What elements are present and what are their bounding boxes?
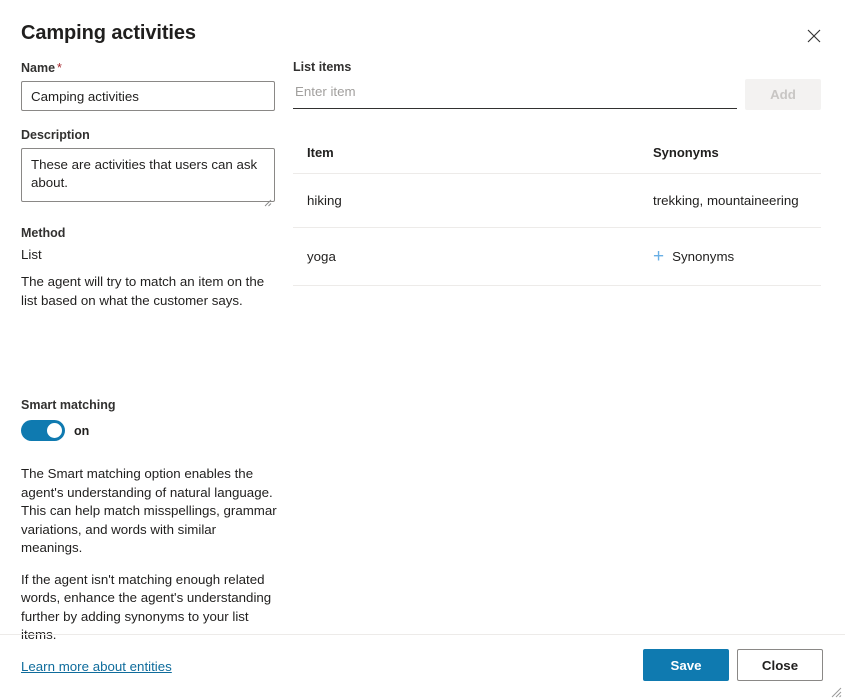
smart-matching-paragraph-1: The Smart matching option enables the ag… <box>21 466 277 555</box>
required-asterisk: * <box>57 61 62 75</box>
table-row[interactable]: hiking trekking, mountaineering <box>293 173 821 228</box>
add-item-button[interactable]: Add <box>745 79 821 110</box>
add-item-row: Add <box>293 79 821 110</box>
name-label: Name * <box>21 61 62 75</box>
learn-more-link[interactable]: Learn more about entities <box>21 659 172 674</box>
smart-matching-label: Smart matching <box>21 398 116 412</box>
table-header-row: Item Synonyms <box>293 145 821 174</box>
list-item-input[interactable] <box>293 79 737 109</box>
list-items-table: Item Synonyms hiking trekking, mountaine… <box>293 145 821 286</box>
cell-synonyms: trekking, mountaineering <box>613 173 821 228</box>
name-input[interactable] <box>21 81 275 111</box>
method-field-group: Method List The agent will try to match … <box>21 225 277 310</box>
column-header-synonyms: Synonyms <box>613 145 821 174</box>
footer-divider <box>0 634 845 635</box>
list-items-label: List items <box>293 60 352 74</box>
cell-item: hiking <box>293 173 613 228</box>
close-icon <box>807 29 821 43</box>
left-form-column: Name* Description Method List The agent … <box>21 60 277 676</box>
add-synonyms-link[interactable]: + Synonyms <box>653 247 734 266</box>
cell-synonyms: + Synonyms <box>613 227 821 286</box>
list-items-column: List items Add Item Synonyms hiking trek… <box>293 60 821 286</box>
save-button[interactable]: Save <box>643 649 729 681</box>
method-help-text: The agent will try to match an item on t… <box>21 274 265 308</box>
smart-matching-toggle[interactable] <box>21 420 65 441</box>
cell-item: yoga <box>293 227 613 286</box>
description-textarea[interactable] <box>21 148 275 202</box>
name-field-group: Name * <box>21 60 277 111</box>
toggle-knob <box>47 423 62 438</box>
description-label: Description <box>21 128 90 142</box>
column-header-item: Item <box>293 145 613 174</box>
close-button[interactable] <box>796 18 832 54</box>
add-synonyms-label: Synonyms <box>672 249 735 264</box>
footer-actions: Save Close <box>643 649 823 681</box>
method-label: Method <box>21 226 66 240</box>
plus-icon: + <box>653 246 665 267</box>
window-resize-grip-icon <box>830 685 842 698</box>
entity-editor-dialog: Camping activities Name* Description <box>0 0 845 700</box>
close-dialog-button[interactable]: Close <box>737 649 823 681</box>
page-title: Camping activities <box>21 22 196 44</box>
description-field-group: Description <box>21 127 277 207</box>
method-value: List <box>21 247 42 262</box>
smart-matching-state: on <box>74 423 90 438</box>
table-row[interactable]: yoga + Synonyms <box>293 227 821 286</box>
